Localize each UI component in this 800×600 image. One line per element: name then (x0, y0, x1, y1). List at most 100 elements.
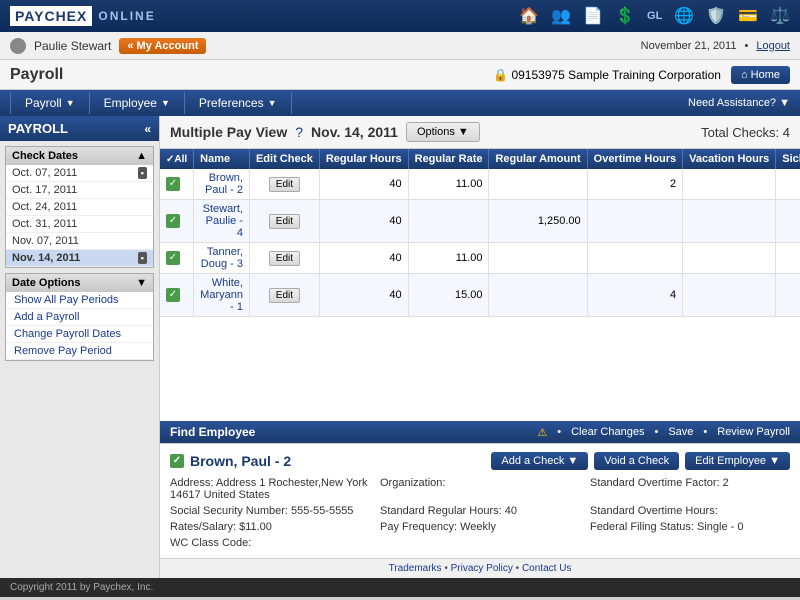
gl-nav-icon[interactable]: GL (647, 10, 662, 22)
find-employee-label[interactable]: Find Employee (170, 425, 255, 439)
globe-nav-icon[interactable]: 🌐 (674, 6, 694, 26)
home-button[interactable]: ⌂ Home (731, 66, 790, 84)
table-row: ✓ Tanner, Doug - 3 Edit 40 11.00 (160, 243, 800, 274)
row-checkbox-cell[interactable]: ✓ (160, 200, 194, 243)
table-header-name: Name (194, 149, 250, 169)
nav-preferences[interactable]: Preferences ▼ (185, 92, 292, 114)
row-edit-button[interactable]: Edit (269, 177, 300, 192)
table-header-checkbox[interactable]: ✓All (160, 149, 194, 169)
logo-paychex-text: PAYCHEX (10, 6, 92, 26)
privacy-link[interactable]: Privacy Policy (451, 563, 513, 574)
table-header-row: ✓All Name Edit Check Regular Hours Regul… (160, 149, 800, 169)
pay-view-help-icon[interactable]: ? (295, 124, 303, 140)
account-bar: Paulie Stewart « My Account November 21,… (0, 32, 800, 60)
review-payroll-link[interactable]: Review Payroll (717, 426, 790, 438)
nav-bar: Payroll ▼ Employee ▼ Preferences ▼ Need … (0, 90, 800, 116)
table-header-reg-amount: Regular Amount (489, 149, 587, 169)
account-right: November 21, 2011 • Logout (641, 40, 790, 52)
pay-view-title: Multiple Pay View (170, 124, 287, 140)
row-edit-button[interactable]: Edit (269, 251, 300, 266)
card-nav-icon[interactable]: 💳 (738, 6, 758, 26)
date-option-change-dates[interactable]: Change Payroll Dates (6, 326, 153, 343)
contact-link[interactable]: Contact Us (522, 563, 571, 574)
check-date-oct24[interactable]: Oct. 24, 2011 (6, 199, 153, 216)
top-nav-icons: 🏠 👥 📄 💲 GL 🌐 🛡️ 💳 ⚖️ (519, 6, 790, 26)
check-date-oct31[interactable]: Oct. 31, 2011 (6, 216, 153, 233)
row-name[interactable]: White, Maryann - 1 (194, 274, 250, 317)
employee-detail: ✓ Brown, Paul - 2 Add a Check ▼ Void a C… (160, 443, 800, 558)
row-checkbox-cell[interactable]: ✓ (160, 274, 194, 317)
people-nav-icon[interactable]: 👥 (551, 6, 571, 26)
home-nav-icon[interactable]: 🏠 (519, 6, 539, 26)
table-header-ot-hours: Overtime Hours (587, 149, 683, 169)
nav-payroll[interactable]: Payroll ▼ (10, 92, 90, 114)
row-reg-amount (489, 243, 587, 274)
date-option-add-payroll[interactable]: Add a Payroll (6, 309, 153, 326)
employee-std-ot-factor: Standard Overtime Factor: 2 (590, 476, 790, 502)
top-header: PAYCHEX ONLINE 🏠 👥 📄 💲 GL 🌐 🛡️ 💳 ⚖️ (0, 0, 800, 32)
content-area: Multiple Pay View ? Nov. 14, 2011 Option… (160, 116, 800, 578)
check-date-nov14[interactable]: Nov. 14, 2011 ▪ (6, 250, 153, 267)
nav-preferences-label: Preferences (199, 96, 264, 110)
row-checkbox-icon[interactable]: ✓ (166, 288, 180, 302)
payroll-bar-right: 🔒 09153975 Sample Training Corporation ⌂… (493, 66, 790, 84)
select-all-label[interactable]: ✓All (166, 154, 187, 165)
check-date-nov14-text: Nov. 14, 2011 (12, 252, 80, 264)
check-date-nov07[interactable]: Nov. 07, 2011 (6, 233, 153, 250)
row-checkbox-icon[interactable]: ✓ (166, 177, 180, 191)
row-reg-rate: 11.00 (408, 243, 489, 274)
row-checkbox-cell[interactable]: ✓ (160, 169, 194, 200)
date-option-remove-period[interactable]: Remove Pay Period (6, 343, 153, 360)
copyright-text: Copyright 2011 by Paychex, Inc. (10, 582, 153, 593)
main-content: PAYROLL « Check Dates ▲ Oct. 07, 2011 ▪ … (0, 116, 800, 578)
add-check-button[interactable]: Add a Check ▼ (491, 452, 588, 470)
dollar-nav-icon[interactable]: 💲 (615, 6, 635, 26)
row-name[interactable]: Tanner, Doug - 3 (194, 243, 250, 274)
nav-employee[interactable]: Employee ▼ (90, 92, 185, 114)
clear-changes-link[interactable]: Clear Changes (571, 426, 644, 438)
document-nav-icon[interactable]: 📄 (583, 6, 603, 26)
row-edit-cell: Edit (249, 200, 319, 243)
nav-employee-arrow: ▼ (161, 98, 170, 108)
trademarks-link[interactable]: Trademarks (389, 563, 442, 574)
payroll-table-container: ✓All Name Edit Check Regular Hours Regul… (160, 149, 800, 421)
logout-link[interactable]: Logout (756, 40, 790, 52)
find-employee-bar: Find Employee ⚠ • Clear Changes • Save •… (160, 421, 800, 443)
nav-left: Payroll ▼ Employee ▼ Preferences ▼ (10, 92, 292, 114)
check-date-oct07[interactable]: Oct. 07, 2011 ▪ (6, 165, 153, 182)
void-check-button[interactable]: Void a Check (594, 452, 679, 470)
table-row: ✓ White, Maryann - 1 Edit 40 15.00 4 (160, 274, 800, 317)
nav-help[interactable]: Need Assistance? ▼ (688, 97, 790, 109)
scale-nav-icon[interactable]: ⚖️ (770, 6, 790, 26)
sidebar-collapse-button[interactable]: « (144, 122, 151, 136)
row-checkbox-icon[interactable]: ✓ (166, 214, 180, 228)
row-reg-amount: 1,250.00 (489, 200, 587, 243)
date-option-show-all[interactable]: Show All Pay Periods (6, 292, 153, 309)
row-name[interactable]: Brown, Paul - 2 (194, 169, 250, 200)
my-account-button[interactable]: « My Account (119, 38, 206, 54)
row-name[interactable]: Stewart, Paulie - 4 (194, 200, 250, 243)
table-header-reg-hours: Regular Hours (319, 149, 408, 169)
row-sick-hours (776, 169, 800, 200)
employee-std-reg-hours: Standard Regular Hours: 40 (380, 504, 580, 518)
row-edit-button[interactable]: Edit (269, 214, 300, 229)
row-reg-rate: 15.00 (408, 274, 489, 317)
company-id: 🔒 09153975 Sample Training Corporation (493, 68, 721, 82)
save-link[interactable]: Save (668, 426, 693, 438)
row-edit-button[interactable]: Edit (269, 288, 300, 303)
edit-employee-button[interactable]: Edit Employee ▼ (685, 452, 790, 470)
row-checkbox-icon[interactable]: ✓ (166, 251, 180, 265)
options-button[interactable]: Options ▼ (406, 122, 480, 142)
date-options-header[interactable]: Date Options ▼ (6, 274, 153, 292)
check-date-oct17-text: Oct. 17, 2011 (12, 184, 77, 196)
row-checkbox-cell[interactable]: ✓ (160, 243, 194, 274)
check-dates-header[interactable]: Check Dates ▲ (6, 147, 153, 165)
nav-employee-label: Employee (104, 96, 157, 110)
row-ot-hours: 4 (587, 274, 683, 317)
check-date-oct17[interactable]: Oct. 17, 2011 (6, 182, 153, 199)
shield-nav-icon[interactable]: 🛡️ (706, 6, 726, 26)
home-label: Home (751, 69, 780, 81)
employee-ssn: Social Security Number: 555-55-5555 (170, 504, 370, 518)
row-edit-cell: Edit (249, 169, 319, 200)
paychex-logo: PAYCHEX ONLINE (10, 6, 156, 26)
